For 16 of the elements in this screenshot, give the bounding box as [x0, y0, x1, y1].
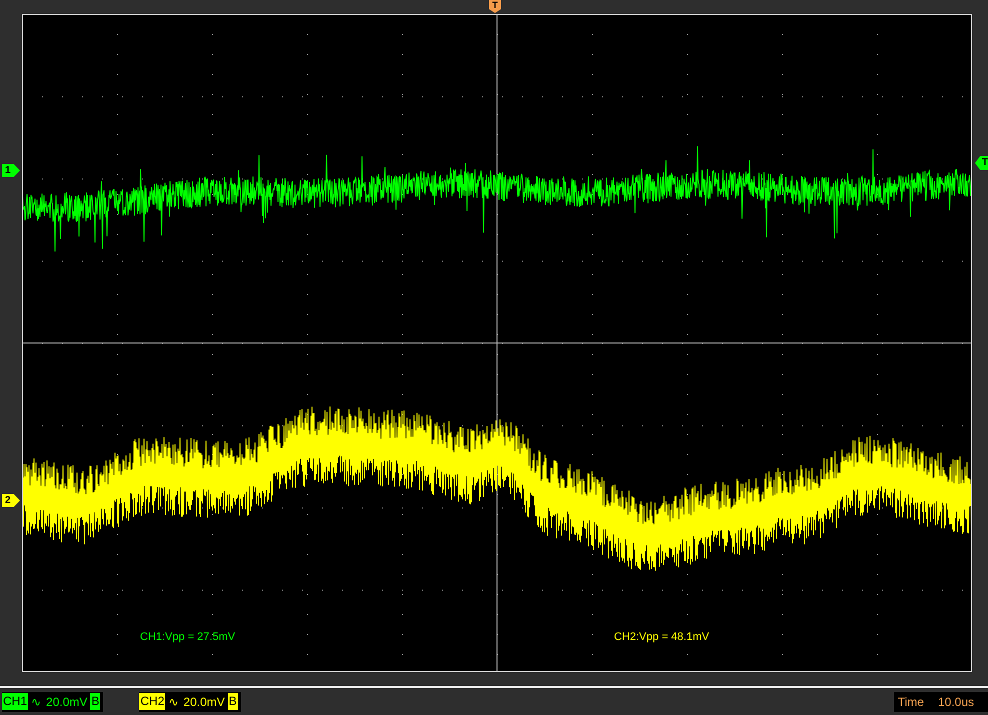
coupling-icon: ∿	[168, 694, 178, 708]
bandwidth-limit-badge: B	[228, 693, 238, 710]
time-label: Time	[898, 694, 924, 708]
channel-marker[interactable]: 2	[2, 494, 20, 507]
channel-scale: 20.0mV	[46, 694, 88, 708]
measurement-readout: CH1:Vpp = 27.5mV	[140, 631, 236, 643]
channel-name: CH2	[139, 693, 166, 710]
measurement-readout: CH2:Vpp = 48.1mV	[614, 631, 710, 643]
coupling-icon: ∿	[31, 694, 42, 708]
channel-marker[interactable]: 1	[2, 164, 20, 177]
time-value: 10.0us	[938, 694, 974, 708]
trigger-level-marker[interactable]: T	[975, 156, 988, 170]
channel-scale: 20.0mV	[183, 694, 225, 708]
trigger-position-marker[interactable]: T	[489, 0, 501, 13]
bandwidth-limit-badge: B	[90, 693, 100, 710]
channel-name: CH1	[2, 693, 28, 710]
